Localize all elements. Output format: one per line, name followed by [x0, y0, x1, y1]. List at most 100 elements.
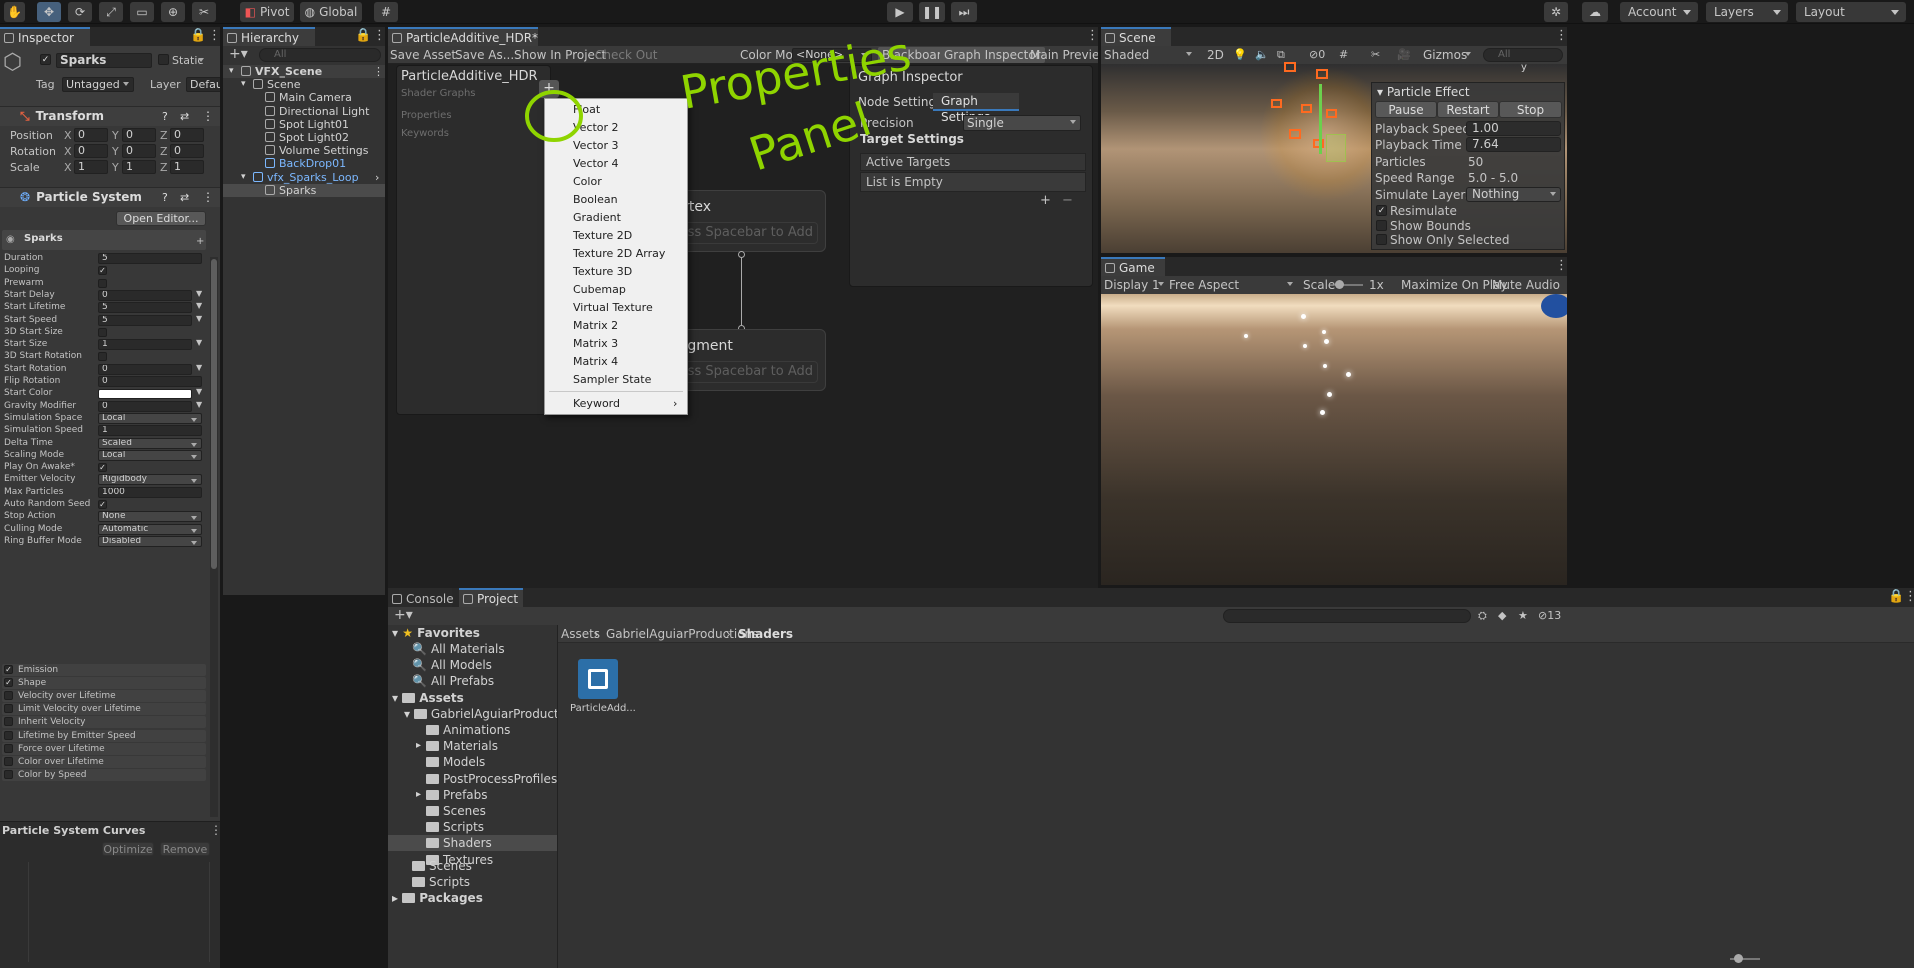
project-search-input[interactable] [1223, 609, 1471, 623]
object-name-field[interactable]: Sparks [56, 53, 152, 68]
curve-mode-dropdown-icon[interactable]: ▼ [196, 301, 202, 310]
add-target-icon[interactable]: + [1040, 193, 1051, 208]
tab-inspector[interactable]: Inspector [0, 27, 90, 46]
transform-tool-icon[interactable]: ⊕ [161, 2, 185, 22]
folder-models[interactable]: Models [388, 754, 557, 770]
global-toggle[interactable]: ◍ Global [300, 2, 362, 22]
search-by-type-icon[interactable]: ⛭ [1478, 609, 1487, 623]
hierarchy-item-volume-settings[interactable]: Volume Settings [223, 144, 385, 157]
hierarchy-search-input[interactable]: All [259, 48, 381, 62]
module-velocity-over-lifetime-checkbox[interactable] [4, 691, 13, 701]
module-color-over-lifetime[interactable]: Color over Lifetime [2, 755, 206, 768]
assets-header[interactable]: ▾ Assets [392, 690, 464, 706]
curves-area[interactable] [28, 862, 210, 962]
prop-start-color-color[interactable] [98, 389, 192, 400]
custom-tool-icon[interactable]: ✂ [192, 2, 216, 22]
add-module-icon[interactable]: + [196, 236, 204, 247]
help-icon[interactable]: ? [162, 107, 168, 126]
curve-mode-dropdown-icon[interactable]: ▼ [196, 400, 202, 409]
menu-item-virtual-texture[interactable]: Virtual Texture [545, 299, 687, 317]
move-gizmo-y-axis[interactable] [1319, 84, 1322, 154]
module-force-over-lifetime-checkbox[interactable] [4, 743, 13, 753]
prop-looping-checkbox[interactable]: ✓ [98, 266, 107, 276]
layout-dropdown[interactable]: Layout [1796, 2, 1906, 22]
prop-play-on-awake-checkbox[interactable]: ✓ [98, 463, 107, 473]
tag-dropdown[interactable]: Untagged [62, 77, 134, 92]
pivot-toggle[interactable]: ◧ Pivot [240, 2, 294, 22]
expand-arrow-icon[interactable]: ▾ [241, 171, 246, 184]
prop-start-delay-field[interactable]: 0 [98, 289, 192, 301]
hidden-packages-icon[interactable]: ⊘13 [1538, 609, 1561, 622]
expand-arrow-icon[interactable]: ▾ [241, 78, 246, 91]
step-button[interactable]: ⏭ [951, 2, 977, 22]
transform-header[interactable]: ⤡ Transform ? ⇄ ⋮ [0, 106, 220, 126]
mute-audio-toggle[interactable]: Mute Audio [1492, 278, 1560, 292]
scene-search-input[interactable]: All [1483, 48, 1563, 62]
folder-scenes[interactable]: Scenes [388, 803, 557, 819]
preset-icon[interactable]: ⇄ [180, 188, 189, 207]
hierarchy-item-directional-light[interactable]: Directional Light [223, 105, 385, 118]
module-color-over-lifetime-checkbox[interactable] [4, 756, 13, 766]
kebab-icon[interactable]: ⋮ [208, 28, 220, 43]
game-viewport[interactable] [1101, 294, 1567, 585]
shading-dropdown[interactable]: Shaded [1104, 48, 1196, 62]
folder-prefabs[interactable]: ▸ Prefabs [388, 787, 557, 803]
folder-materials[interactable]: ▸ Materials [388, 738, 557, 754]
effect-playback-time-field[interactable]: 7.64 [1466, 137, 1561, 153]
module-color-by-speed[interactable]: Color by Speed [2, 768, 206, 781]
expand-arrow-icon[interactable]: ▾ [229, 65, 234, 78]
favorite-all-models[interactable]: 🔍 All Models [412, 657, 492, 673]
gizmos-dropdown[interactable]: Gizmos [1423, 48, 1475, 62]
particle-system-header[interactable]: ❂ Particle System ? ⇄ ⋮ [0, 187, 220, 207]
hierarchy-item-backdrop01[interactable]: BackDrop01 [223, 157, 385, 170]
transform-rotation-z-field[interactable]: 0 [170, 144, 204, 158]
lighting-icon[interactable]: 💡 [1233, 48, 1247, 61]
module-emission-checkbox[interactable]: ✓ [4, 665, 13, 674]
transform-position-z-field[interactable]: 0 [170, 128, 204, 142]
precision-dropdown[interactable]: Single [963, 115, 1081, 131]
transform-scale-x-field[interactable]: 1 [74, 160, 108, 174]
menu-item-texture-2d[interactable]: Texture 2D [545, 227, 687, 245]
menu-item-matrix-4[interactable]: Matrix 4 [545, 353, 687, 371]
icon-size-slider[interactable] [1730, 954, 1760, 963]
menu-item-texture-3d[interactable]: Texture 3D [545, 263, 687, 281]
prop-3d-start-size-checkbox[interactable] [98, 327, 107, 337]
hierarchy-item-vfx-scene[interactable]: ▾ VFX_Scene ⋮ [223, 65, 385, 78]
collab-icon[interactable]: ✲ [1544, 2, 1568, 22]
tools-icon[interactable]: ✂ [1371, 48, 1380, 61]
display-dropdown[interactable]: Display 1 [1104, 278, 1168, 292]
transform-position-y-field[interactable]: 0 [122, 128, 156, 142]
scale-slider-handle[interactable] [1335, 280, 1344, 289]
hierarchy-item-vfx-sparks-loop[interactable]: ▾ vfx_Sparks_Loop › [223, 171, 385, 184]
scene-viewport[interactable]: y ▾ Particle Effect Pause Restart Stop P… [1101, 62, 1567, 253]
prop-max-particles-field[interactable]: 1000 [98, 486, 202, 498]
preset-icon[interactable]: ⇄ [180, 107, 189, 126]
scale-tool-icon[interactable]: ⤢ [99, 2, 123, 22]
create-icon[interactable]: +▾ [229, 46, 248, 62]
hierarchy-item-sparks[interactable]: Sparks [223, 183, 385, 197]
optimize-button[interactable]: Optimize [102, 842, 154, 856]
module-force-over-lifetime[interactable]: Force over Lifetime [2, 742, 206, 755]
menu-item-matrix-3[interactable]: Matrix 3 [545, 335, 687, 353]
rect-tool-icon[interactable]: ▭ [130, 2, 154, 22]
orientation-gizmo-icon[interactable]: y [1521, 62, 1527, 73]
tab-graph-settings[interactable]: Graph Settings [933, 93, 1019, 124]
effect-show-bounds-checkbox[interactable] [1376, 219, 1387, 231]
kebab-icon[interactable]: ⋮ [373, 28, 385, 43]
expand-arrow-icon[interactable]: ▸ [416, 787, 421, 803]
favorite-all-materials[interactable]: 🔍 All Materials [412, 641, 505, 657]
prop-scaling-mode-field[interactable]: Local [98, 449, 202, 461]
favorite-icon[interactable]: ★ [1518, 609, 1528, 622]
layer-dropdown[interactable]: Default [186, 77, 220, 92]
grid-snap-icon[interactable]: # [374, 2, 398, 22]
curve-mode-dropdown-icon[interactable]: ▼ [196, 387, 202, 396]
prop-start-speed-field[interactable]: 5 [98, 314, 192, 326]
tab-project[interactable]: Project [459, 588, 523, 607]
kebab-icon[interactable]: ⋮ [1555, 28, 1567, 43]
save-asset-button[interactable]: Save Asset [390, 48, 456, 62]
prop-prewarm-checkbox[interactable] [98, 278, 107, 288]
move-gizmo-plane[interactable] [1326, 134, 1346, 162]
prop-duration-field[interactable]: 5 [98, 253, 202, 264]
packages-header[interactable]: ▸ Packages [392, 890, 483, 906]
folder-shaders[interactable]: Shaders [388, 835, 557, 852]
